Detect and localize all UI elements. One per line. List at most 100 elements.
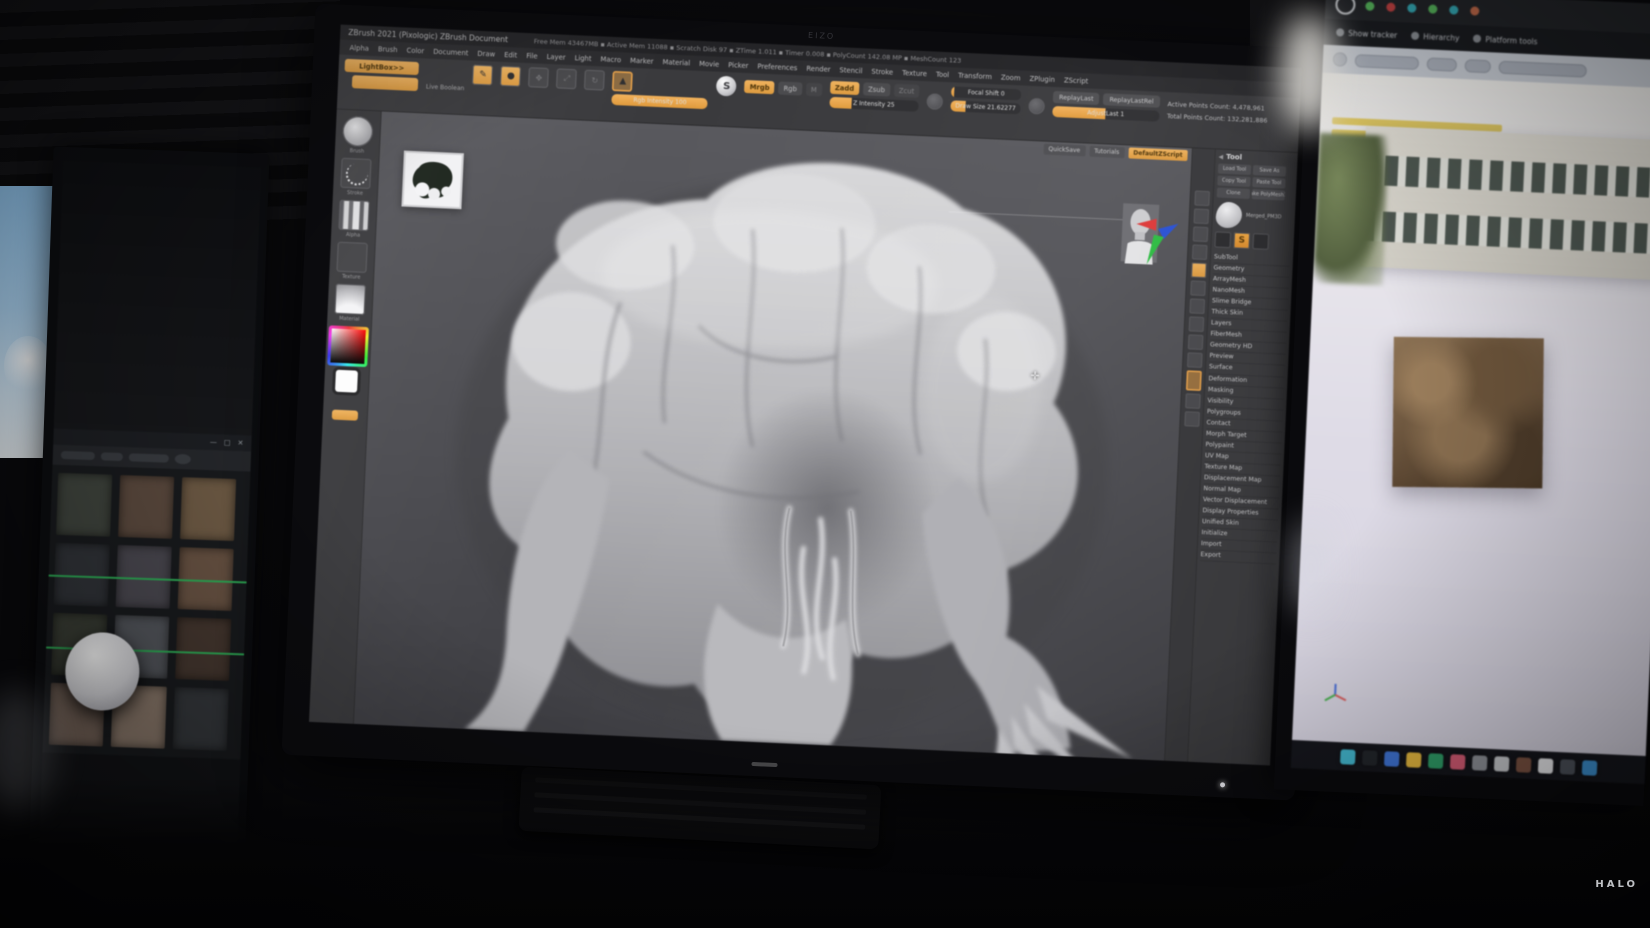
tool-action-button[interactable]: Make PolyMesh3D (1252, 189, 1285, 200)
taskbar-icon[interactable] (1427, 753, 1443, 769)
menu-item[interactable]: Zoom (1001, 73, 1021, 82)
ghost-icon[interactable] (1187, 334, 1203, 350)
rgb-toggle[interactable]: Rgb (778, 81, 802, 95)
zbrush-canvas[interactable]: ✛ QuickSave Tutorials DefaultZScript (354, 112, 1192, 761)
menu-item[interactable]: Brush (378, 45, 398, 54)
image-thumbnail[interactable] (175, 617, 231, 681)
tool-action-button[interactable]: Copy Tool (1217, 175, 1250, 186)
scale-button[interactable]: ⤢ (556, 68, 577, 89)
menu-item[interactable]: Transform (958, 71, 992, 81)
live-boolean-label[interactable]: Live Boolean (426, 84, 465, 93)
frame-icon[interactable] (1185, 393, 1201, 409)
draw-size-slider[interactable]: Draw Size 21.62277 (950, 100, 1020, 114)
menu-item[interactable]: Alpha (349, 43, 369, 52)
menu-item[interactable]: Stencil (839, 66, 862, 75)
pill-button[interactable] (1498, 60, 1586, 77)
material-selector[interactable] (335, 284, 366, 315)
menu-item[interactable]: Movie (699, 59, 719, 68)
toolbar-pill[interactable] (129, 453, 169, 462)
toolbar-button[interactable]: Platform tools (1473, 34, 1537, 46)
actual-size-icon[interactable] (1191, 244, 1207, 260)
z-intensity-slider[interactable]: Z Intensity 25 (829, 97, 919, 112)
menu-item[interactable]: Marker (630, 56, 654, 65)
taskbar-icon[interactable] (1581, 760, 1597, 776)
image-thumbnail[interactable] (173, 687, 229, 751)
menu-item[interactable]: Document (433, 47, 469, 57)
tool-action-button[interactable]: Save As (1253, 165, 1286, 176)
image-thumbnail[interactable] (56, 473, 112, 537)
menu-item[interactable]: File (526, 52, 538, 61)
window-control-button[interactable]: ✕ (237, 439, 243, 447)
adjust-last-slider[interactable]: AdjustLast 1 (1052, 106, 1159, 122)
floor-grid-icon[interactable] (1190, 280, 1206, 296)
zsub-toggle[interactable]: Zsub (863, 82, 890, 96)
taskbar-icon[interactable] (1383, 751, 1399, 767)
toolbar-pill[interactable] (61, 451, 95, 460)
pill-button[interactable] (1465, 59, 1492, 73)
move-button[interactable]: ✥ (528, 67, 549, 88)
menu-item[interactable]: Stroke (871, 67, 893, 76)
replay-last-button[interactable]: ReplayLast (1053, 91, 1100, 105)
taskbar-icon[interactable] (1515, 757, 1531, 773)
taskbar-icon[interactable] (1361, 750, 1377, 766)
sculptris-sphere-icon[interactable]: S (716, 76, 737, 97)
avatar[interactable] (1335, 0, 1356, 15)
document-thumbnail[interactable] (401, 151, 463, 210)
texture-selector[interactable] (336, 242, 367, 273)
tutorials-button[interactable]: Tutorials (1089, 146, 1125, 159)
toolbar-button[interactable]: Hierarchy (1411, 31, 1460, 42)
toolbar-pill[interactable] (101, 452, 123, 461)
m-toggle[interactable]: M (806, 83, 822, 97)
taskbar-icon[interactable] (1471, 755, 1487, 771)
taskbar-icon[interactable] (1537, 758, 1553, 774)
zadd-toggle[interactable]: Zadd (830, 81, 860, 95)
menu-item[interactable]: Edit (504, 50, 518, 59)
tool-action-button[interactable]: Paste Tool (1252, 177, 1285, 188)
toolbar-icon[interactable] (175, 454, 191, 465)
projection-master-button[interactable] (352, 75, 419, 91)
color-swatch[interactable] (335, 370, 358, 393)
local-sym-icon[interactable] (1189, 298, 1205, 314)
mrgb-toggle[interactable]: Mrgb (744, 80, 774, 94)
menu-item[interactable]: Preferences (757, 62, 797, 72)
rotate-button[interactable]: ↻ (584, 70, 605, 91)
menu-item[interactable]: ZScript (1064, 76, 1089, 85)
left-tray-handle[interactable] (332, 410, 358, 421)
taskbar-icon[interactable] (1339, 749, 1355, 765)
menu-item[interactable]: Texture (902, 69, 927, 78)
brush-selector[interactable] (342, 116, 373, 147)
collapse-arrow-icon[interactable]: ◀ (1218, 153, 1223, 160)
menu-item[interactable]: Light (574, 54, 591, 63)
lightbox-button[interactable]: LightBox>> (345, 59, 420, 75)
pill-button[interactable] (1427, 57, 1458, 71)
solo-icon[interactable] (1186, 352, 1202, 368)
image-thumbnail[interactable] (180, 477, 236, 541)
pill-button[interactable] (1355, 54, 1420, 70)
image-thumbnail[interactable] (118, 475, 174, 539)
zoom-icon[interactable] (1192, 226, 1208, 242)
quicksave-button[interactable]: QuickSave (1043, 144, 1085, 157)
rgb-intensity-slider[interactable]: Rgb Intensity 100 (612, 94, 708, 109)
bpr-render-icon[interactable] (1194, 190, 1210, 206)
current-tool-thumbnail[interactable] (1215, 201, 1242, 228)
zcut-toggle[interactable]: Zcut (894, 84, 920, 98)
axis-gizmo[interactable] (1132, 212, 1180, 270)
material-preview-icon[interactable] (1185, 370, 1201, 391)
transp-icon[interactable] (1188, 316, 1204, 332)
menu-item[interactable]: Material (662, 58, 690, 67)
draw-button[interactable]: ● (500, 66, 521, 87)
edit-button[interactable]: ✎ (473, 65, 494, 86)
window-control-button[interactable]: □ (224, 439, 231, 447)
focal-shift-slider[interactable]: Focal Shift 0 (951, 86, 1021, 100)
menu-item[interactable]: Color (406, 46, 424, 55)
menu-item[interactable]: Layer (546, 52, 565, 61)
menu-item[interactable]: Tool (936, 70, 950, 79)
recent-tool-thumb[interactable]: S (1233, 232, 1250, 249)
rock-texture-card[interactable] (1392, 337, 1544, 489)
scroll-icon[interactable] (1193, 208, 1209, 224)
menu-item[interactable]: Macro (600, 55, 621, 64)
taskbar-icon[interactable] (1493, 756, 1509, 772)
subpalette-item[interactable]: Export (1200, 550, 1276, 564)
alpha-selector[interactable] (338, 200, 369, 231)
tool-action-button[interactable]: Load Tool (1218, 164, 1251, 175)
